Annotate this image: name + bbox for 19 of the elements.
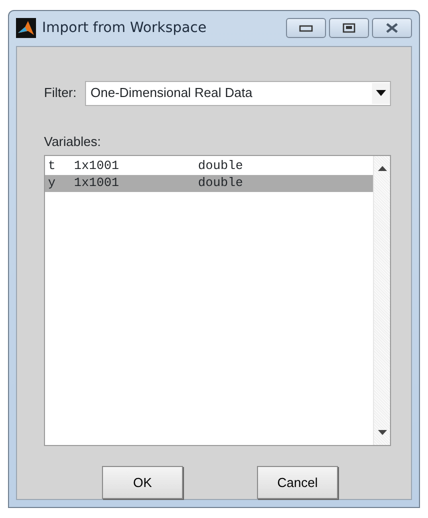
app-logo-icon [16, 18, 36, 38]
filter-label: Filter: [44, 84, 76, 102]
maximize-button[interactable] [329, 18, 369, 38]
dropdown-arrow-icon [376, 90, 386, 96]
close-icon [385, 22, 399, 34]
cancel-button[interactable]: Cancel [257, 466, 338, 499]
variable-row[interactable]: y 1x1001 double [45, 175, 373, 192]
minimize-icon [299, 24, 313, 32]
ok-button[interactable]: OK [102, 466, 183, 499]
scroll-up-icon[interactable] [378, 166, 386, 171]
close-button[interactable] [372, 18, 412, 38]
filter-dropdown[interactable]: One-Dimensional Real Data [84, 80, 391, 106]
variable-row[interactable]: t 1x1001 double [45, 158, 373, 175]
minimize-button[interactable] [286, 18, 326, 38]
scrollbar[interactable] [373, 156, 390, 445]
scroll-down-icon[interactable] [378, 430, 386, 435]
variables-label: Variables: [44, 132, 102, 150]
maximize-icon [342, 23, 356, 34]
window-title: Import from Workspace [42, 18, 206, 38]
